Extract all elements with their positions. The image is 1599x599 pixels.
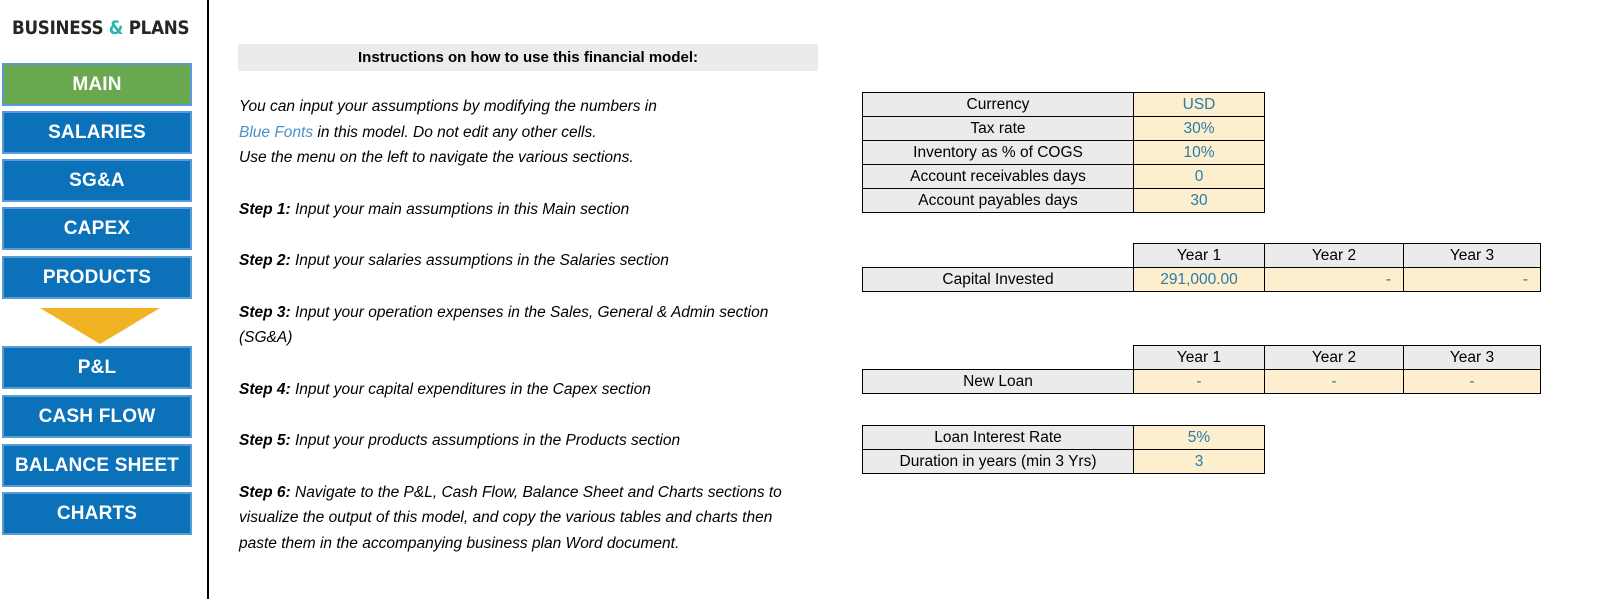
table-row: Currency USD	[862, 92, 1265, 117]
instructions-intro-line3: Use the menu on the left to navigate the…	[239, 149, 634, 166]
sidebar-item-label: BALANCE SHEET	[14, 454, 180, 476]
instruction-step-4: Step 4: Input your capital expenditures …	[239, 377, 809, 403]
assumption-value-inventory-pct-cogs[interactable]: 10%	[1133, 140, 1265, 165]
instructions-intro-line1: You can input your assumptions by modify…	[239, 98, 657, 115]
new-loan-year-1[interactable]: -	[1133, 369, 1265, 394]
loan-term-value-duration[interactable]: 3	[1133, 449, 1265, 474]
table-row: Duration in years (min 3 Yrs) 3	[862, 449, 1265, 474]
sidebar-item-label: SALARIES	[48, 121, 146, 143]
spacer-cell	[863, 346, 1134, 370]
table-header-row: Year 1 Year 2 Year 3	[863, 345, 1541, 370]
assumption-value-payables-days[interactable]: 30	[1133, 188, 1265, 213]
column-header-year-1: Year 1	[1133, 345, 1265, 370]
loan-term-label-duration: Duration in years (min 3 Yrs)	[862, 449, 1134, 474]
instructions-body: You can input your assumptions by modify…	[239, 94, 809, 556]
sidebar-item-label: CAPEX	[63, 217, 131, 239]
instruction-step-5: Step 5: Input your products assumptions …	[239, 428, 809, 454]
assumption-label-receivables-days: Account receivables days	[862, 164, 1134, 189]
table-row: New Loan - - -	[862, 369, 1541, 394]
instruction-step-1: Step 1: Input your main assumptions in t…	[239, 197, 809, 223]
table-row: Account receivables days 0	[862, 164, 1265, 189]
table-row: Inventory as % of COGS 10%	[862, 140, 1265, 165]
assumption-label-tax-rate: Tax rate	[862, 116, 1134, 141]
column-header-year-1: Year 1	[1133, 243, 1265, 268]
instructions-header-label: Instructions on how to use this financia…	[357, 49, 699, 66]
column-header-year-3: Year 3	[1403, 345, 1541, 370]
new-loan-table: Year 1 Year 2 Year 3 New Loan - - -	[862, 345, 1541, 394]
main-assumptions-table: Currency USD Tax rate 30% Inventory as %…	[862, 92, 1265, 213]
loan-term-value-interest-rate[interactable]: 5%	[1133, 425, 1265, 450]
loan-term-label-interest-rate: Loan Interest Rate	[862, 425, 1134, 450]
instruction-step-3: Step 3: Input your operation expenses in…	[239, 300, 809, 351]
capital-invested-table: Year 1 Year 2 Year 3 Capital Invested 29…	[862, 243, 1541, 292]
capital-invested-year-3[interactable]: -	[1403, 267, 1541, 292]
brand-logo: BUSINESS & PLANS	[12, 16, 190, 40]
instructions-intro-line2: in this model. Do not edit any other cel…	[313, 123, 597, 141]
sidebar-item-label: SG&A	[69, 169, 125, 191]
sidebar-item-sga[interactable]: SG&A	[2, 159, 192, 202]
sidebar-item-label: CHARTS	[56, 502, 138, 524]
step-text: Input your capital expenditures in the C…	[290, 380, 651, 398]
table-row: Capital Invested 291,000.00 - -	[862, 267, 1541, 292]
table-header-row: Year 1 Year 2 Year 3	[863, 243, 1541, 268]
assumption-value-tax-rate[interactable]: 30%	[1133, 116, 1265, 141]
sidebar-item-label: MAIN	[72, 73, 122, 95]
step-label: Step 6:	[239, 483, 291, 501]
sidebar: BUSINESS & PLANS MAIN SALARIES SG&A CAPE…	[0, 0, 209, 599]
capital-invested-year-1[interactable]: 291,000.00	[1133, 267, 1265, 292]
sidebar-item-capex[interactable]: CAPEX	[2, 207, 192, 250]
assumption-value-currency[interactable]: USD	[1133, 92, 1265, 117]
spacer-cell	[863, 244, 1134, 268]
step-label: Step 1:	[239, 200, 291, 218]
step-label: Step 4:	[239, 380, 291, 398]
assumption-label-payables-days: Account payables days	[862, 188, 1134, 213]
table-row: Tax rate 30%	[862, 116, 1265, 141]
step-text: Navigate to the P&L, Cash Flow, Balance …	[239, 483, 782, 552]
instruction-step-2: Step 2: Input your salaries assumptions …	[239, 248, 809, 274]
logo-text-plans: PLANS	[128, 17, 190, 39]
assumption-label-inventory-pct-cogs: Inventory as % of COGS	[862, 140, 1134, 165]
sidebar-item-products[interactable]: PRODUCTS	[2, 256, 192, 299]
sidebar-item-label: PRODUCTS	[42, 266, 152, 288]
instructions-intro: You can input your assumptions by modify…	[239, 94, 809, 171]
new-loan-year-3[interactable]: -	[1403, 369, 1541, 394]
step-text: Input your operation expenses in the Sal…	[239, 303, 769, 347]
sidebar-item-charts[interactable]: CHARTS	[2, 492, 192, 535]
down-arrow-icon	[40, 308, 160, 344]
table-row: Loan Interest Rate 5%	[862, 425, 1265, 450]
assumption-label-currency: Currency	[862, 92, 1134, 117]
step-text: Input your main assumptions in this Main…	[290, 200, 630, 218]
column-header-year-2: Year 2	[1264, 243, 1404, 268]
step-text: Input your salaries assumptions in the S…	[290, 252, 669, 269]
sidebar-item-balance-sheet[interactable]: BALANCE SHEET	[2, 444, 192, 487]
sidebar-item-pl[interactable]: P&L	[2, 346, 192, 389]
step-label: Step 3:	[239, 303, 291, 321]
instruction-step-6: Step 6: Navigate to the P&L, Cash Flow, …	[239, 480, 809, 557]
logo-ampersand: &	[108, 17, 124, 39]
sidebar-item-salaries[interactable]: SALARIES	[2, 111, 192, 154]
column-header-year-2: Year 2	[1264, 345, 1404, 370]
capital-invested-year-2[interactable]: -	[1264, 267, 1404, 292]
step-label: Step 2:	[239, 252, 291, 269]
assumption-value-receivables-days[interactable]: 0	[1133, 164, 1265, 189]
sidebar-item-cash-flow[interactable]: CASH FLOW	[2, 395, 192, 438]
column-header-year-3: Year 3	[1403, 243, 1541, 268]
row-label-capital-invested: Capital Invested	[862, 267, 1134, 292]
sidebar-item-label: P&L	[77, 356, 117, 378]
logo-text-business: BUSINESS	[12, 17, 104, 39]
sidebar-item-main[interactable]: MAIN	[2, 63, 192, 106]
step-label: Step 5:	[239, 432, 291, 449]
instructions-blue-fonts: Blue Fonts	[239, 123, 314, 141]
step-text: Input your products assumptions in the P…	[290, 432, 681, 449]
new-loan-year-2[interactable]: -	[1264, 369, 1404, 394]
sidebar-item-label: CASH FLOW	[38, 405, 156, 427]
loan-terms-table: Loan Interest Rate 5% Duration in years …	[862, 425, 1265, 474]
instructions-header: Instructions on how to use this financia…	[238, 44, 818, 71]
row-label-new-loan: New Loan	[862, 369, 1134, 394]
table-row: Account payables days 30	[862, 188, 1265, 213]
